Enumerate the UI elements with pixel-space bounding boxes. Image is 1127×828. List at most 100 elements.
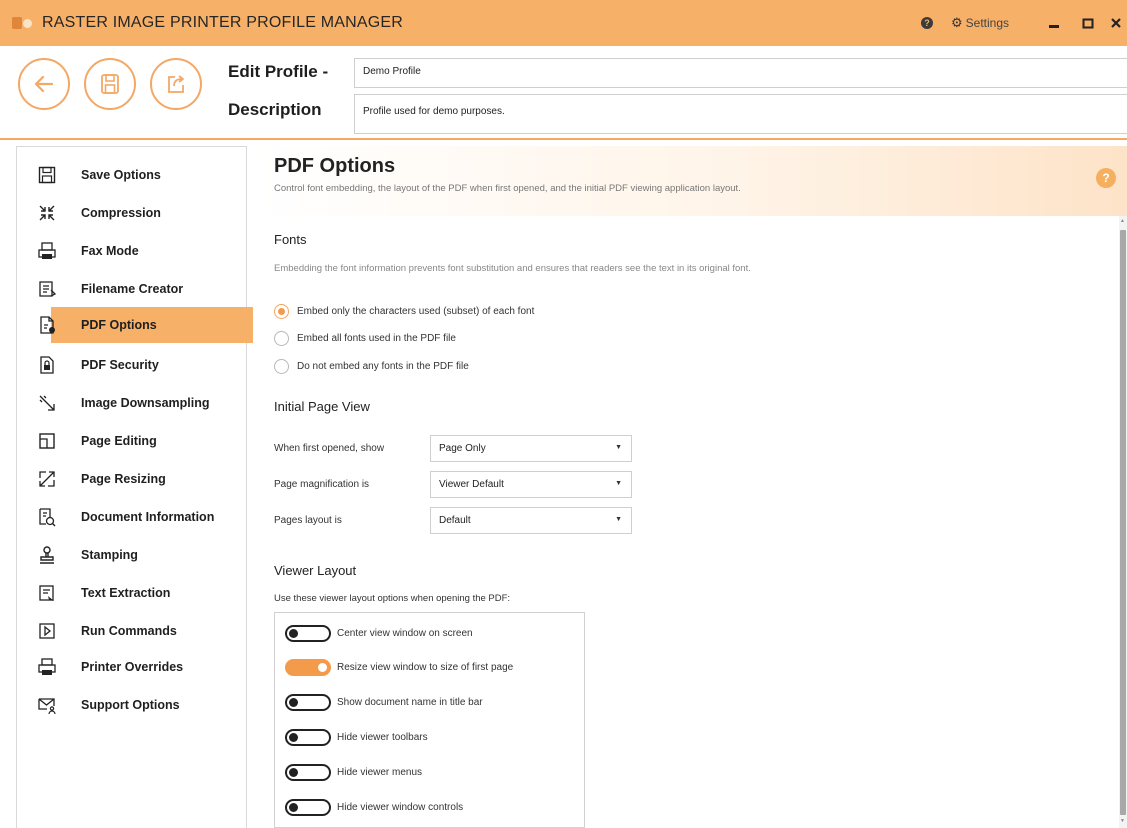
sidebar-item-stamping[interactable]: Stamping xyxy=(17,537,245,573)
radio-button[interactable] xyxy=(274,330,289,346)
sidebar-item-run-commands[interactable]: Run Commands xyxy=(17,613,245,649)
toggle-row-resize-window[interactable]: Resize view window to size of first page xyxy=(285,657,513,677)
sidebar-item-page-editing[interactable]: Page Editing xyxy=(17,423,245,459)
sidebar-item-page-resizing[interactable]: Page Resizing xyxy=(17,461,245,497)
toggle-switch-off[interactable] xyxy=(285,798,331,816)
sidebar-item-image-downsampling[interactable]: Image Downsampling xyxy=(17,385,245,421)
viewer-layout-description: Use these viewer layout options when ope… xyxy=(274,593,511,604)
radio-embed-none[interactable]: Do not embed any fonts in the PDF file xyxy=(274,357,469,375)
toggle-row-hide-menus[interactable]: Hide viewer menus xyxy=(285,762,422,782)
profile-name-field[interactable]: Demo Profile xyxy=(354,58,1127,88)
toggle-switch-off[interactable] xyxy=(285,763,331,781)
toggle-switch-off[interactable] xyxy=(285,693,331,711)
section-header: PDF Options Control font embedding, the … xyxy=(258,146,1127,216)
page-edit-icon xyxy=(39,433,55,449)
sidebar-item-support-options[interactable]: Support Options xyxy=(17,687,245,723)
gear-icon: ⚙ xyxy=(950,15,963,30)
toggle-row-hide-controls[interactable]: Hide viewer window controls xyxy=(285,797,463,817)
maximize-icon xyxy=(1082,18,1094,29)
page-title: PDF Options xyxy=(274,155,396,177)
initial-view-title: Initial Page View xyxy=(274,399,370,414)
sidebar-item-text-extraction[interactable]: Text Extraction xyxy=(17,575,245,611)
magnification-select[interactable]: Viewer Default ▼ xyxy=(430,471,632,498)
sidebar-item-label: Save Options xyxy=(81,168,161,182)
help-icon[interactable]: ? xyxy=(920,17,933,29)
arrow-left-icon xyxy=(34,75,54,93)
first-opened-label: When first opened, show xyxy=(274,443,385,454)
pdf-options-icon xyxy=(40,316,55,334)
toggle-switch-off[interactable] xyxy=(285,728,331,746)
scroll-up-icon[interactable]: ▲ xyxy=(1120,218,1125,224)
scroll-down-icon[interactable]: ▼ xyxy=(1120,818,1125,824)
maximize-button[interactable] xyxy=(1071,0,1105,46)
close-button[interactable] xyxy=(1105,0,1127,46)
magnification-label: Page magnification is xyxy=(274,479,370,490)
close-icon xyxy=(1111,18,1121,28)
text-extract-icon xyxy=(39,585,54,601)
sidebar-item-label: Stamping xyxy=(81,548,138,562)
radio-button[interactable] xyxy=(274,358,289,374)
radio-label: Embed only the characters used (subset) … xyxy=(297,305,535,317)
toggle-row-hide-toolbars[interactable]: Hide viewer toolbars xyxy=(285,727,428,747)
save-button[interactable] xyxy=(84,58,136,110)
toggle-label: Center view window on screen xyxy=(337,627,473,639)
page-subtitle: Control font embedding, the layout of th… xyxy=(274,183,741,194)
sidebar-item-compression[interactable]: Compression xyxy=(17,195,245,231)
caret-down-icon: ▼ xyxy=(615,516,622,523)
sidebar-item-pdf-options[interactable]: PDF Options xyxy=(40,307,253,343)
sidebar-item-fax-mode[interactable]: Fax Mode xyxy=(17,233,245,269)
radio-button-selected[interactable] xyxy=(274,303,289,319)
settings-button[interactable]: ⚙ Settings xyxy=(951,15,1009,31)
resize-icon xyxy=(39,471,55,487)
toggle-switch-off[interactable] xyxy=(285,624,331,642)
export-button[interactable] xyxy=(150,58,202,110)
app-logo-icon xyxy=(12,16,34,30)
scroll-thumb[interactable] xyxy=(1120,230,1126,815)
app-title: RASTER IMAGE PRINTER PROFILE MANAGER xyxy=(42,14,404,31)
toggle-label: Hide viewer menus xyxy=(337,766,423,778)
toggle-row-show-doc-name[interactable]: Show document name in title bar xyxy=(285,692,483,712)
filename-icon xyxy=(39,281,57,297)
pages-layout-select[interactable]: Default ▼ xyxy=(430,507,632,534)
sidebar-item-printer-overrides[interactable]: Printer Overrides xyxy=(17,649,245,685)
toggle-label: Resize view window to size of first page xyxy=(337,661,514,673)
sidebar-item-document-information[interactable]: Document Information xyxy=(17,499,245,535)
main-content: PDF Options Control font embedding, the … xyxy=(258,146,1127,828)
export-icon xyxy=(168,75,184,93)
downsample-icon xyxy=(39,395,55,411)
title-bar: RASTER IMAGE PRINTER PROFILE MANAGER ? ⚙… xyxy=(0,0,1127,46)
radio-embed-subset[interactable]: Embed only the characters used (subset) … xyxy=(274,302,534,320)
profile-description-field[interactable]: Profile used for demo purposes. xyxy=(354,94,1127,134)
sidebar-item-label: Text Extraction xyxy=(81,586,171,600)
back-button[interactable] xyxy=(18,58,70,110)
radio-label: Do not embed any fonts in the PDF file xyxy=(297,360,469,372)
save-icon xyxy=(101,74,119,94)
minimize-button[interactable] xyxy=(1037,0,1071,46)
toggle-label: Hide viewer window controls xyxy=(337,801,464,813)
sidebar-item-label: Page Editing xyxy=(81,434,157,448)
sidebar-item-label: Filename Creator xyxy=(81,282,184,296)
toggle-row-center-window[interactable]: Center view window on screen xyxy=(285,623,473,643)
compress-icon xyxy=(39,205,55,221)
first-opened-select[interactable]: Page Only ▼ xyxy=(430,435,632,462)
minimize-icon xyxy=(1049,25,1059,28)
toggle-label: Show document name in title bar xyxy=(337,696,483,708)
toggle-label: Hide viewer toolbars xyxy=(337,731,428,743)
sidebar-item-save-options[interactable]: Save Options xyxy=(17,157,245,193)
radio-embed-all[interactable]: Embed all fonts used in the PDF file xyxy=(274,329,456,347)
help-button[interactable]: ? xyxy=(1096,168,1116,188)
sidebar-item-label: Printer Overrides xyxy=(81,660,184,674)
toggle-switch-on[interactable] xyxy=(285,658,331,676)
sidebar-item-filename-creator[interactable]: Filename Creator xyxy=(17,271,245,307)
select-value: Page Only xyxy=(439,443,486,454)
description-label: Description xyxy=(228,100,322,119)
select-value: Default xyxy=(439,515,471,526)
fonts-title: Fonts xyxy=(274,232,307,247)
vertical-scrollbar[interactable]: ▲ ▼ xyxy=(1119,216,1127,828)
sidebar-item-label: Support Options xyxy=(81,698,180,712)
stamp-icon xyxy=(40,546,54,564)
save-icon xyxy=(38,166,56,184)
caret-down-icon: ▼ xyxy=(615,480,622,487)
sidebar-item-pdf-security[interactable]: PDF Security xyxy=(17,347,245,383)
sidebar-item-label: Compression xyxy=(81,206,161,220)
